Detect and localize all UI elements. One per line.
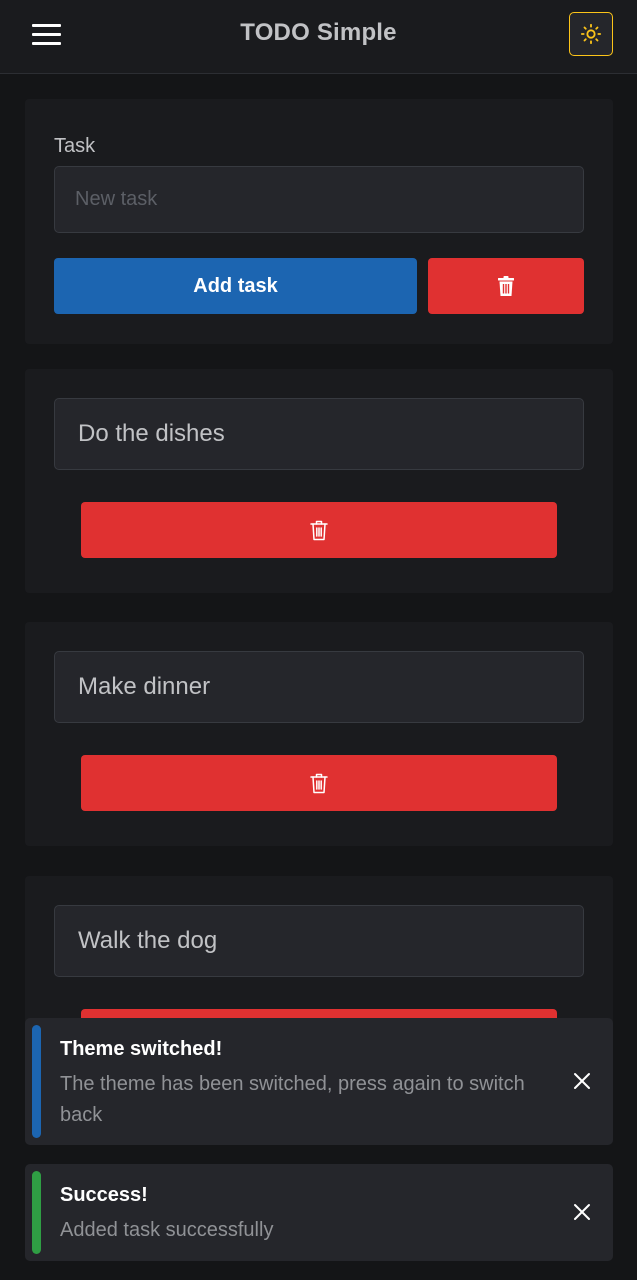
notification-theme-switched: Theme switched! The theme has been switc… <box>25 1018 613 1145</box>
trash-icon <box>310 520 328 540</box>
task-card: Do the dishes <box>25 369 613 593</box>
clear-tasks-button[interactable] <box>428 258 584 314</box>
theme-toggle-button[interactable] <box>569 12 613 56</box>
trash-icon <box>498 275 514 296</box>
close-icon[interactable] <box>572 1071 592 1091</box>
delete-task-button[interactable] <box>81 502 557 558</box>
notification-success: Success! Added task successfully <box>25 1164 613 1261</box>
task-card: Make dinner <box>25 622 613 846</box>
task-text-field[interactable]: Make dinner <box>54 651 584 723</box>
trash-icon <box>310 773 328 793</box>
new-task-input[interactable] <box>54 166 584 233</box>
app-header: TODO Simple <box>0 0 637 74</box>
notification-title: Success! <box>60 1184 148 1206</box>
close-icon[interactable] <box>572 1202 592 1222</box>
delete-task-button[interactable] <box>81 755 557 811</box>
sun-icon <box>580 23 602 45</box>
add-task-button[interactable]: Add task <box>54 258 417 314</box>
notification-message: Added task successfully <box>60 1219 274 1241</box>
app-title: TODO Simple <box>240 19 397 46</box>
new-task-form: Task Add task <box>25 99 613 344</box>
task-text-field[interactable]: Walk the dog <box>54 905 584 977</box>
notification-title: Theme switched! <box>60 1038 223 1060</box>
notification-color-bar <box>32 1171 41 1254</box>
task-field-label: Task <box>54 135 96 157</box>
notification-message: The theme has been switched, press again… <box>60 1073 525 1126</box>
task-text-field[interactable]: Do the dishes <box>54 398 584 470</box>
notification-color-bar <box>32 1025 41 1138</box>
